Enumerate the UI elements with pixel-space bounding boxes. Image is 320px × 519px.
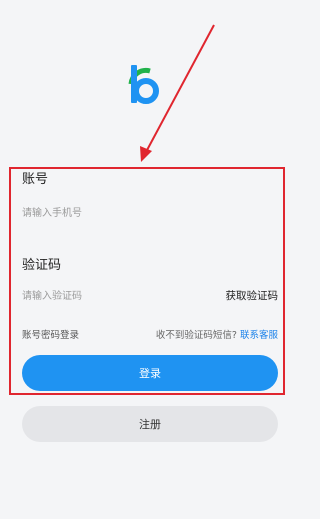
app-logo-icon xyxy=(128,65,159,104)
password-login-link[interactable]: 账号密码登录 xyxy=(22,327,79,341)
no-code-text: 收不到验证码短信? xyxy=(155,330,237,341)
phone-input[interactable] xyxy=(22,205,222,221)
code-label: 验证码 xyxy=(22,258,62,273)
get-code-button[interactable]: 获取验证码 xyxy=(226,288,279,303)
account-label: 账号 xyxy=(22,172,49,187)
contact-service-link[interactable]: 联系客服 xyxy=(240,330,278,341)
register-button[interactable]: 注册 xyxy=(22,406,278,442)
code-input[interactable] xyxy=(22,288,192,304)
help-text: 收不到验证码短信? 联系客服 xyxy=(156,327,278,341)
login-button[interactable]: 登录 xyxy=(22,355,278,391)
